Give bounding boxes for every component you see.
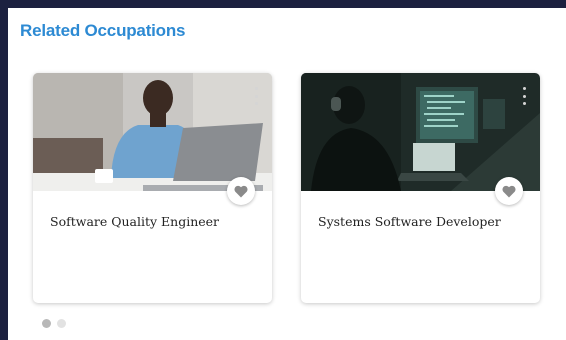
carousel-pagination <box>42 319 66 328</box>
carousel-dot-2[interactable] <box>57 319 66 328</box>
occupation-photo <box>33 73 272 191</box>
card-menu-kebab-icon[interactable] <box>522 87 526 105</box>
favorite-heart-icon[interactable] <box>227 177 255 205</box>
occupation-card-software-quality-engineer[interactable]: Software Quality Engineer <box>33 73 272 303</box>
occupation-photo <box>301 73 540 191</box>
card-menu-kebab-icon[interactable] <box>254 87 258 105</box>
occupation-title[interactable]: Software Quality Engineer <box>50 214 219 229</box>
favorite-heart-icon[interactable] <box>495 177 523 205</box>
occupation-title[interactable]: Systems Software Developer <box>318 214 501 229</box>
section-title: Related Occupations <box>20 21 186 40</box>
occupation-card-systems-software-developer[interactable]: Systems Software Developer <box>301 73 540 303</box>
carousel-dot-1[interactable] <box>42 319 51 328</box>
